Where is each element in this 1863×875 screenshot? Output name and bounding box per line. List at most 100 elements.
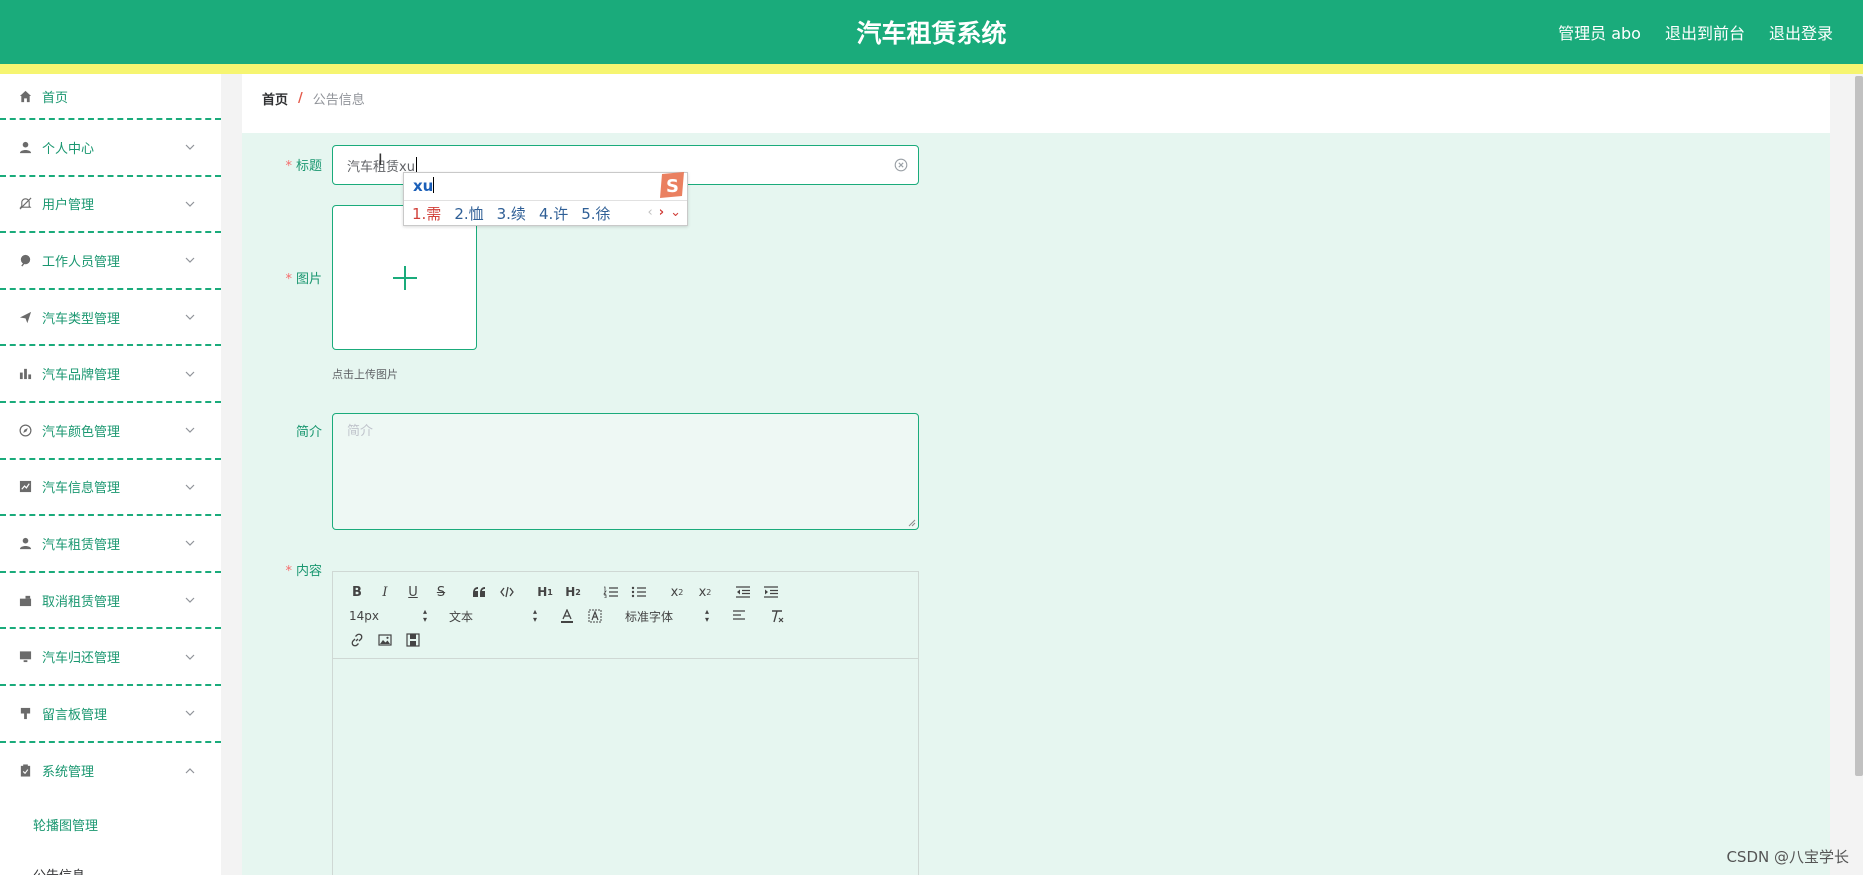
clear-icon[interactable] [894, 158, 908, 172]
sidebar-item-label: 取消租赁管理 [42, 594, 121, 610]
ime-composition-text: xu [413, 177, 434, 195]
link-icon[interactable] [343, 630, 371, 650]
trend-icon [18, 480, 32, 494]
ime-prev-icon[interactable]: ‹ [648, 205, 653, 220]
clear-format-icon[interactable] [763, 606, 791, 626]
sidebar-item-home[interactable]: 首页 [0, 74, 221, 120]
sidebar-item-cancel-rental-mgmt[interactable]: 取消租赁管理 [0, 573, 221, 630]
required-mark: * [285, 564, 292, 579]
ime-nav: ‹ › ⌄ [648, 205, 681, 220]
outdent-icon[interactable] [729, 582, 757, 602]
header-links: 管理员 abo 退出到前台 退出登录 [1558, 20, 1833, 44]
sidebar-item-user-mgmt[interactable]: 用户管理 [0, 177, 221, 234]
content-label-text: 内容 [295, 564, 322, 579]
font-size-select[interactable]: 14px ▴ ▾ [343, 606, 433, 626]
toolbar-row [343, 628, 908, 652]
header-select-value: 文本 [449, 609, 474, 624]
sidebar-item-label: 用户管理 [42, 198, 95, 214]
leaf-icon [18, 253, 32, 267]
logout-link[interactable]: 退出登录 [1769, 20, 1833, 44]
chevron-down-icon [185, 484, 195, 490]
font-family-select[interactable]: 标准字体 ▴ ▾ [619, 606, 715, 626]
watermark: CSDN @八宝学长 [1726, 848, 1849, 866]
image-upload-button[interactable] [332, 205, 477, 350]
sidebar-item-label: 汽车信息管理 [42, 481, 121, 497]
sidebar-item-car-rental-mgmt[interactable]: 汽车租赁管理 [0, 516, 221, 573]
sidebar-item-message-board-mgmt[interactable]: 留言板管理 [0, 686, 221, 743]
bold-icon[interactable]: B [343, 582, 371, 602]
breadcrumb-home-link[interactable]: 首页 [262, 89, 288, 108]
image-label-text: 图片 [295, 272, 322, 287]
sidebar-item-label: 工作人员管理 [42, 254, 121, 270]
sidebar-item-label: 系统管理 [42, 765, 95, 781]
exit-to-front-link[interactable]: 退出到前台 [1665, 20, 1745, 44]
plus-icon [392, 265, 417, 290]
ime-candidate[interactable]: 1.需 [412, 203, 441, 224]
user-icon [18, 536, 32, 550]
chevron-down-icon [185, 371, 195, 377]
sidebar-item-car-color-mgmt[interactable]: 汽车颜色管理 [0, 403, 221, 460]
intro-label: 简介 [295, 425, 322, 440]
ime-candidate[interactable]: 4.许 [539, 203, 568, 224]
sidebar-item-car-type-mgmt[interactable]: 汽车类型管理 [0, 290, 221, 347]
ime-candidate[interactable]: 5.徐 [581, 203, 610, 224]
subscript-icon[interactable]: x2 [663, 582, 691, 602]
sidebar-item-label: 汽车品牌管理 [42, 368, 121, 384]
text-caret [433, 177, 435, 193]
heading2-icon[interactable]: H2 [559, 582, 587, 602]
indent-icon[interactable] [757, 582, 785, 602]
ime-next-icon[interactable]: › [659, 205, 664, 220]
bar-chart-icon [18, 367, 32, 381]
sidebar-item-label: 汽车租赁管理 [42, 537, 121, 553]
intro-textarea[interactable]: 简介 [332, 413, 919, 530]
upload-tip: 点击上传图片 [332, 368, 398, 381]
ime-expand-icon[interactable]: ⌄ [670, 205, 681, 220]
resize-handle-icon[interactable] [908, 519, 916, 527]
breadcrumb: 首页 / 公告信息 [242, 74, 1830, 122]
sidebar-item-car-info-mgmt[interactable]: 汽车信息管理 [0, 460, 221, 517]
image-icon[interactable] [371, 630, 399, 650]
chevron-down-icon [185, 710, 195, 717]
font-size-value: 14px [349, 609, 379, 623]
monitor-icon [18, 650, 32, 664]
ime-candidate[interactable]: 3.续 [497, 203, 526, 224]
chevron-down-icon [185, 597, 195, 603]
sidebar-subitem-announcement[interactable]: 公告信息 [0, 849, 221, 875]
sidebar-item-car-brand-mgmt[interactable]: 汽车品牌管理 [0, 346, 221, 403]
blockquote-icon[interactable] [465, 582, 493, 602]
compass-icon [18, 423, 32, 437]
superscript-icon[interactable]: x2 [691, 582, 719, 602]
font-color-icon[interactable] [553, 606, 581, 626]
underline-icon[interactable]: U [399, 582, 427, 602]
rich-text-editor: B I U S H1 H2 x2 x2 14px ▴ ▾ 文本 ▴ ▾ 标准字体… [332, 571, 919, 875]
sidebar-item-car-return-mgmt[interactable]: 汽车归还管理 [0, 629, 221, 686]
background-color-icon[interactable] [581, 606, 609, 626]
sidebar-item-staff-mgmt[interactable]: 工作人员管理 [0, 233, 221, 290]
sidebar-item-system-mgmt[interactable]: 系统管理 [0, 743, 221, 800]
ime-candidate-popup: xu 1.需 2.恤 3.续 4.许 5.徐 ‹ › ⌄ S [403, 172, 688, 226]
italic-icon[interactable]: I [371, 582, 399, 602]
required-mark: * [285, 159, 292, 174]
toolbar-row: 14px ▴ ▾ 文本 ▴ ▾ 标准字体 ▴ ▾ [343, 604, 908, 628]
heading1-icon[interactable]: H1 [531, 582, 559, 602]
send-icon [18, 310, 32, 324]
bullet-list-icon[interactable] [625, 582, 653, 602]
ordered-list-icon[interactable] [597, 582, 625, 602]
ime-candidate[interactable]: 2.恤 [454, 203, 483, 224]
intro-placeholder: 简介 [347, 424, 374, 439]
breadcrumb-separator: / [298, 90, 303, 106]
video-icon[interactable] [399, 630, 427, 650]
sidebar-subitem-carousel-mgmt[interactable]: 轮播图管理 [0, 799, 221, 849]
header-select[interactable]: 文本 ▴ ▾ [443, 606, 543, 626]
title-label: * 标题 [242, 155, 322, 174]
page-scrollbar[interactable] [1855, 76, 1863, 776]
align-icon[interactable] [725, 606, 753, 626]
chevron-down-icon [185, 314, 195, 320]
admin-user-link[interactable]: 管理员 abo [1558, 20, 1641, 44]
code-block-icon[interactable] [493, 582, 521, 602]
sidebar-item-label: 汽车归还管理 [42, 651, 121, 667]
sidebar-item-personal-center[interactable]: 个人中心 [0, 120, 221, 177]
select-arrows-icon: ▴ ▾ [532, 607, 537, 624]
strike-icon[interactable]: S [427, 582, 455, 602]
clipboard-icon [18, 764, 32, 778]
